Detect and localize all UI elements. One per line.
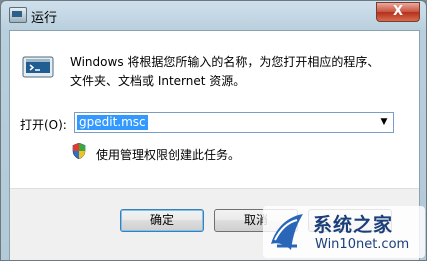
watermark: 系统之家 Win10net.com: [263, 206, 425, 258]
admin-note: 使用管理权限创建此任务。: [96, 148, 241, 162]
uac-shield-icon: [72, 143, 86, 159]
ok-button[interactable]: 确定: [120, 209, 204, 232]
title-bar[interactable]: 运行 X: [1, 1, 426, 29]
watermark-logo-icon: [271, 214, 303, 250]
open-combobox[interactable]: gpedit.msc ▼: [74, 112, 394, 133]
open-input[interactable]: gpedit.msc: [77, 115, 148, 130]
open-label: 打开(O):: [20, 118, 67, 132]
run-app-icon: [9, 7, 27, 23]
watermark-url: Win10net.com: [315, 237, 410, 252]
close-button[interactable]: X: [376, 2, 420, 22]
run-program-icon: [22, 56, 54, 78]
dropdown-arrow-icon[interactable]: ▼: [377, 115, 391, 130]
run-dialog-window: 运行 X Windows 将根据您所输入的名称，为您打开相应的程序、 文件夹、文…: [0, 0, 427, 261]
dialog-description: Windows 将根据您所输入的名称，为您打开相应的程序、 文件夹、文档或 In…: [70, 55, 380, 88]
watermark-name: 系统之家: [313, 214, 394, 236]
window-title: 运行: [31, 11, 58, 26]
